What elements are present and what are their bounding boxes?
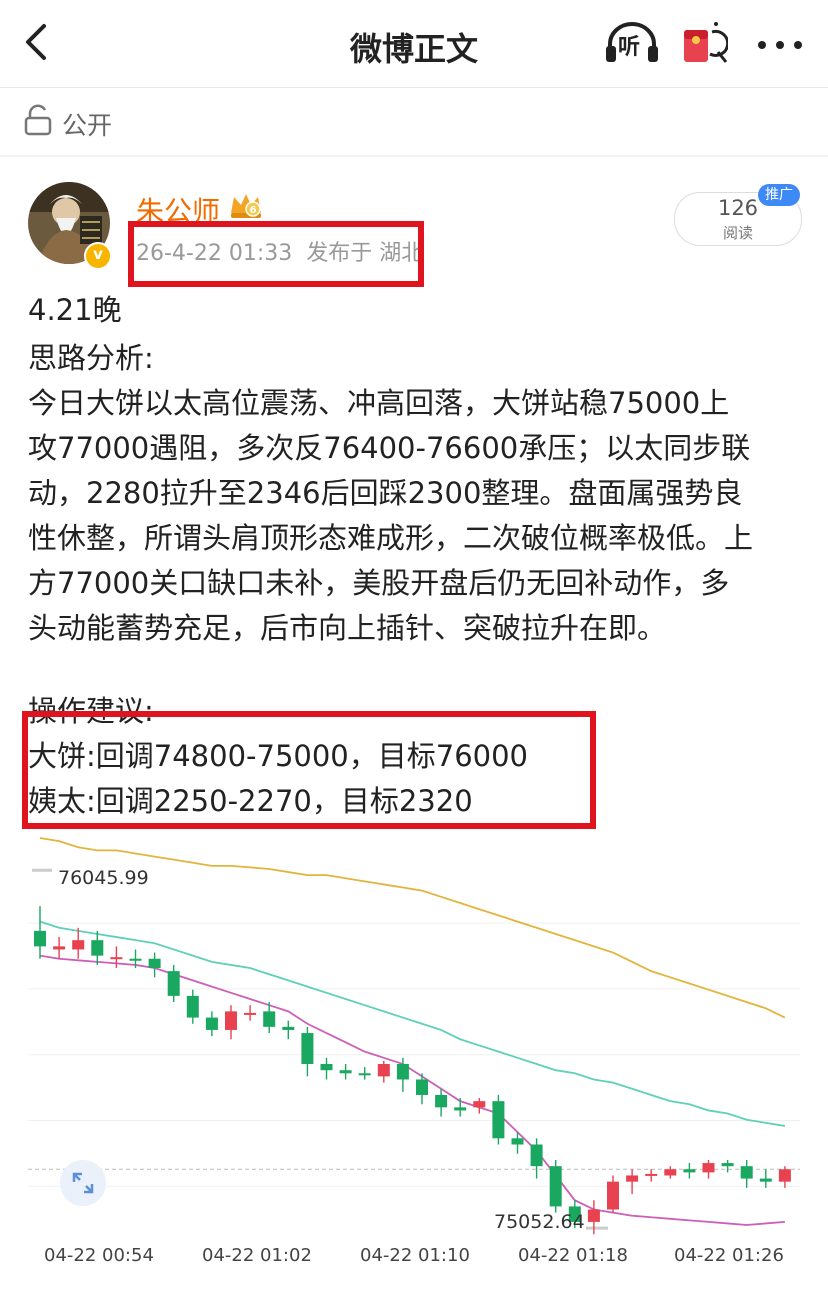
candle-body [759,1178,772,1182]
post-line: 头动能蓄势充足，后市向上插针、突破拉升在即。 [28,611,667,645]
post-line: 动，2280拉升至2346后回踩2300整理。盘面属强势良 [28,476,743,510]
high-price-label: 76045.99 [58,867,149,889]
candle-body [664,1169,677,1176]
candle-body [91,940,104,956]
candle-body [339,1070,352,1074]
candle-body [148,958,161,969]
post-line: 性休整，所谓头肩顶形态难成形，二次破位概率极低。上 [28,521,754,555]
visibility-divider [0,155,828,157]
candle-body [530,1144,543,1167]
candle-body [282,1026,295,1030]
read-label: 阅读 [722,224,753,242]
candle-body [473,1101,486,1108]
candle-body [129,958,142,961]
ma-line-pink [39,954,785,1226]
candle-body [167,971,180,996]
candle-body [587,1209,600,1222]
low-price-label: 75052.64 [494,1211,585,1233]
x-tick-label: 04-22 01:10 [360,1245,470,1266]
post-line: 思路分析: [28,341,154,375]
candle-body [34,930,46,947]
candle-body [301,1033,314,1065]
more-dots-icon[interactable] [756,40,804,50]
x-tick-label: 04-22 00:54 [44,1245,154,1266]
candle-body [53,946,66,950]
candle-body [721,1163,734,1167]
post-line: 攻77000遇阻，多次反76400-76600承压；以太同步联 [28,431,751,465]
post-line: 方77000关口缺口未补，美股开盘后仍无回补动作，多 [28,566,730,600]
candle-body [607,1181,619,1210]
visibility-label: 公开 [62,111,113,140]
candle-body [492,1101,505,1139]
visibility-row [0,88,828,156]
highlight-box-meta [128,221,424,287]
ma-line-teal [39,920,786,1127]
unlock-icon [24,104,52,136]
candle-body [225,1011,237,1030]
candle-body [645,1173,658,1176]
svg-text:6: 6 [250,205,257,216]
candle-body [186,995,199,1018]
candle-body [358,1073,371,1076]
candle-body [778,1169,791,1182]
listen-label: 听 [618,35,641,60]
post-line: 4.21晚 [28,293,122,327]
listen-button[interactable]: 听 [604,20,660,66]
candle-body [72,940,85,950]
candle-body [454,1107,467,1111]
candle-body [435,1094,448,1108]
candle-body [683,1169,696,1173]
candle-body [549,1166,562,1207]
ma-line-yellow [39,837,786,1019]
candle-body [702,1163,715,1173]
x-tick-label: 04-22 01:18 [518,1245,628,1266]
candle-body [205,1017,218,1030]
red-packet-icon[interactable] [680,18,728,68]
candle-body [740,1166,753,1179]
candlestick-chart[interactable] [0,830,828,1240]
post-line: 今日大饼以太高位震荡、冲高回落，大饼站稳75000上 [28,386,730,420]
candle-body [396,1064,409,1080]
candle-body [377,1064,390,1077]
expand-chart-icon[interactable] [60,1160,106,1206]
candle-body [626,1175,639,1182]
crown-badge-icon: 6 [231,194,261,218]
candle-body [263,1011,276,1027]
candle-body [416,1079,428,1095]
top-nav-bar: 微博正文 听 [0,0,828,86]
x-tick-label: 04-22 01:02 [202,1245,312,1266]
candle-body [320,1064,333,1071]
highlight-box-advice [22,711,596,829]
verified-badge-icon: v [84,242,112,270]
candle-body [244,1012,257,1015]
candle-body [511,1138,524,1145]
candle-body [110,957,123,960]
x-tick-label: 04-22 01:26 [674,1245,784,1266]
promo-badge: 推广 [758,184,800,206]
